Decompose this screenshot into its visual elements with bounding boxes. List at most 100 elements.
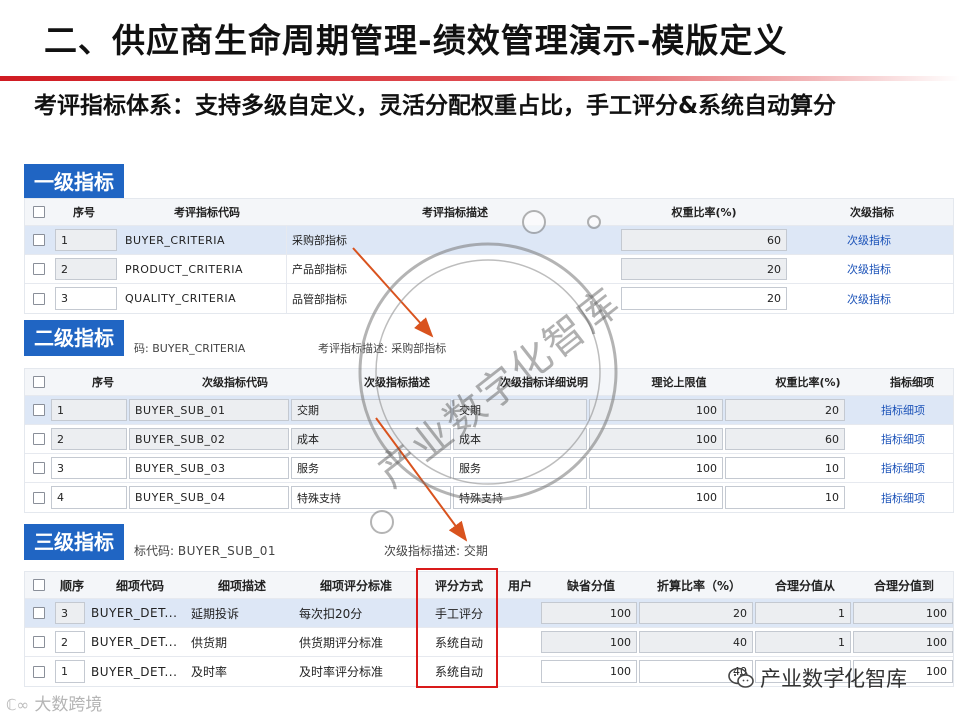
- table-row[interactable]: 4 BUYER_SUB_04 特殊支持 特殊支持 100 10 指标细项: [25, 483, 953, 512]
- standard-cell: 及时率评分标准: [299, 665, 384, 679]
- weight-input[interactable]: 60: [621, 229, 787, 251]
- code-input[interactable]: BUYER_SUB_04: [129, 486, 289, 509]
- to-input[interactable]: 100: [853, 631, 953, 653]
- parent-code-value: BUYER_SUB_01: [177, 544, 277, 558]
- row-checkbox[interactable]: [33, 491, 45, 504]
- column-header-default: 缺省分值: [566, 578, 615, 593]
- code-cell: BUYER_DET...: [91, 664, 178, 679]
- seq-input[interactable]: 2: [51, 428, 127, 450]
- column-header-code: 细项代码: [115, 578, 164, 593]
- from-input[interactable]: 1: [755, 631, 851, 653]
- column-header-seq: 顺序: [59, 578, 84, 593]
- code-cell: BUYER_DET...: [91, 606, 178, 620]
- weight-input[interactable]: 10: [725, 457, 845, 479]
- column-header-upper: 理论上限值: [651, 376, 707, 389]
- weight-input[interactable]: 20: [725, 399, 845, 421]
- column-header-desc: 细项描述: [217, 578, 266, 593]
- upper-input[interactable]: 100: [589, 428, 723, 450]
- row-checkbox[interactable]: [33, 462, 45, 474]
- sub-criteria-link[interactable]: 次级指标: [847, 226, 937, 254]
- column-header-sub: 次级指标: [850, 206, 894, 219]
- code-input[interactable]: BUYER_SUB_01: [129, 399, 289, 421]
- rate-input[interactable]: 40: [639, 631, 753, 653]
- column-header-desc: 考评指标描述: [422, 206, 488, 219]
- table-row[interactable]: 1 BUYER_CRITERIA 采购部指标 60 次级指标: [25, 226, 953, 255]
- weight-input[interactable]: 10: [725, 486, 845, 509]
- weight-input[interactable]: 20: [621, 258, 787, 280]
- brand-logo-right: 产业数字化智库: [728, 663, 907, 693]
- standard-cell: 供货期评分标准: [299, 635, 384, 650]
- from-input[interactable]: 1: [755, 602, 851, 624]
- row-checkbox[interactable]: [33, 433, 45, 445]
- level1-header-row: 序号 考评指标代码 考评指标描述 权重比率(%) 次级指标: [25, 199, 953, 226]
- brand-logo-left: ℂ∞ 大数跨境: [6, 695, 103, 715]
- row-checkbox[interactable]: [33, 404, 45, 416]
- code-input[interactable]: BUYER_SUB_02: [129, 428, 289, 450]
- seq-input[interactable]: 3: [51, 457, 127, 479]
- weight-input[interactable]: 20: [621, 287, 787, 310]
- to-input[interactable]: 100: [853, 602, 953, 624]
- level2-parent-code: 码: BUYER_CRITERIA: [134, 342, 246, 355]
- table-row[interactable]: 3 QUALITY_CRITERIA 品管部指标 20 次级指标: [25, 284, 953, 313]
- column-header-seq: 序号: [92, 376, 114, 389]
- detail-link[interactable]: 指标细项: [881, 454, 951, 482]
- desc-cell: 及时率: [191, 665, 228, 679]
- select-all-checkbox[interactable]: [33, 579, 45, 591]
- table-row[interactable]: 2 PRODUCT_CRITERIA 产品部指标 20 次级指标: [25, 255, 953, 284]
- standard-cell: 每次扣20分: [299, 606, 363, 621]
- rate-input[interactable]: 20: [639, 602, 753, 624]
- upper-input[interactable]: 100: [589, 457, 723, 479]
- upper-input[interactable]: 100: [589, 486, 723, 509]
- row-checkbox[interactable]: [33, 636, 45, 648]
- desc-input[interactable]: 特殊支持: [291, 486, 451, 509]
- desc-cell: 产品部指标: [292, 263, 347, 276]
- seq-input[interactable]: 1: [55, 660, 85, 683]
- parent-desc-value: 采购部指标: [391, 342, 447, 355]
- level2-label: 二级指标: [24, 320, 124, 356]
- column-header-weight: 权重比率(%): [671, 206, 737, 219]
- level1-grid: 序号 考评指标代码 考评指标描述 权重比率(%) 次级指标 1 BUYER_CR…: [24, 198, 954, 314]
- detail-desc-input[interactable]: 服务: [453, 457, 587, 479]
- table-row[interactable]: 3 BUYER_SUB_03 服务 服务 100 10 指标细项: [25, 454, 953, 483]
- seq-input[interactable]: 3: [55, 602, 85, 624]
- upper-input[interactable]: 100: [589, 399, 723, 421]
- sub-criteria-link[interactable]: 次级指标: [847, 284, 937, 313]
- detail-link[interactable]: 指标细项: [881, 396, 951, 424]
- title-divider: [0, 76, 960, 81]
- sub-criteria-link[interactable]: 次级指标: [847, 255, 937, 283]
- row-checkbox[interactable]: [33, 607, 45, 619]
- seq-input[interactable]: 1: [51, 399, 127, 421]
- table-row[interactable]: 2 BUYER_SUB_02 成本 成本 100 60 指标细项: [25, 425, 953, 454]
- weight-input[interactable]: 60: [725, 428, 845, 450]
- page-subtitle: 考评指标体系：支持多级自定义，灵活分配权重占比，手工评分&系统自动算分: [34, 93, 837, 119]
- default-input[interactable]: 100: [541, 631, 637, 653]
- desc-cell: 供货期: [191, 635, 228, 650]
- brand-logo-icon: ℂ∞: [6, 696, 29, 714]
- column-header-to: 合理分值到: [873, 578, 934, 593]
- default-input[interactable]: 100: [541, 602, 637, 624]
- select-all-checkbox[interactable]: [33, 376, 45, 388]
- level2-parent-desc: 考评指标描述: 采购部指标: [318, 342, 447, 355]
- wechat-icon: [728, 667, 754, 689]
- level3-label: 三级指标: [24, 524, 124, 560]
- detail-link[interactable]: 指标细项: [881, 483, 951, 512]
- parent-code-value: BUYER_CRITERIA: [152, 342, 246, 355]
- detail-desc-input[interactable]: 特殊支持: [453, 486, 587, 509]
- column-header-weight: 权重比率(%): [775, 376, 841, 389]
- column-header-detail: 指标细项: [890, 376, 934, 389]
- code-cell: BUYER_DET...: [91, 635, 178, 649]
- column-header-code: 考评指标代码: [174, 206, 240, 219]
- select-all-checkbox[interactable]: [33, 206, 45, 218]
- desc-cell: 采购部指标: [292, 234, 347, 247]
- page-title: 二、供应商生命周期管理-绩效管理演示-模版定义: [44, 21, 788, 60]
- scoring-method-highlight: [416, 568, 498, 688]
- default-input[interactable]: 100: [541, 660, 637, 683]
- code-input[interactable]: BUYER_SUB_03: [129, 457, 289, 479]
- detail-link[interactable]: 指标细项: [881, 425, 951, 453]
- level3-parent-code: 标代码: BUYER_SUB_01: [134, 544, 277, 558]
- seq-input[interactable]: 2: [55, 631, 85, 653]
- seq-input[interactable]: 4: [51, 486, 127, 509]
- column-header-user: 用户: [507, 578, 532, 593]
- row-checkbox[interactable]: [33, 665, 45, 678]
- level3-parent-desc: 次级指标描述: 交期: [384, 544, 488, 558]
